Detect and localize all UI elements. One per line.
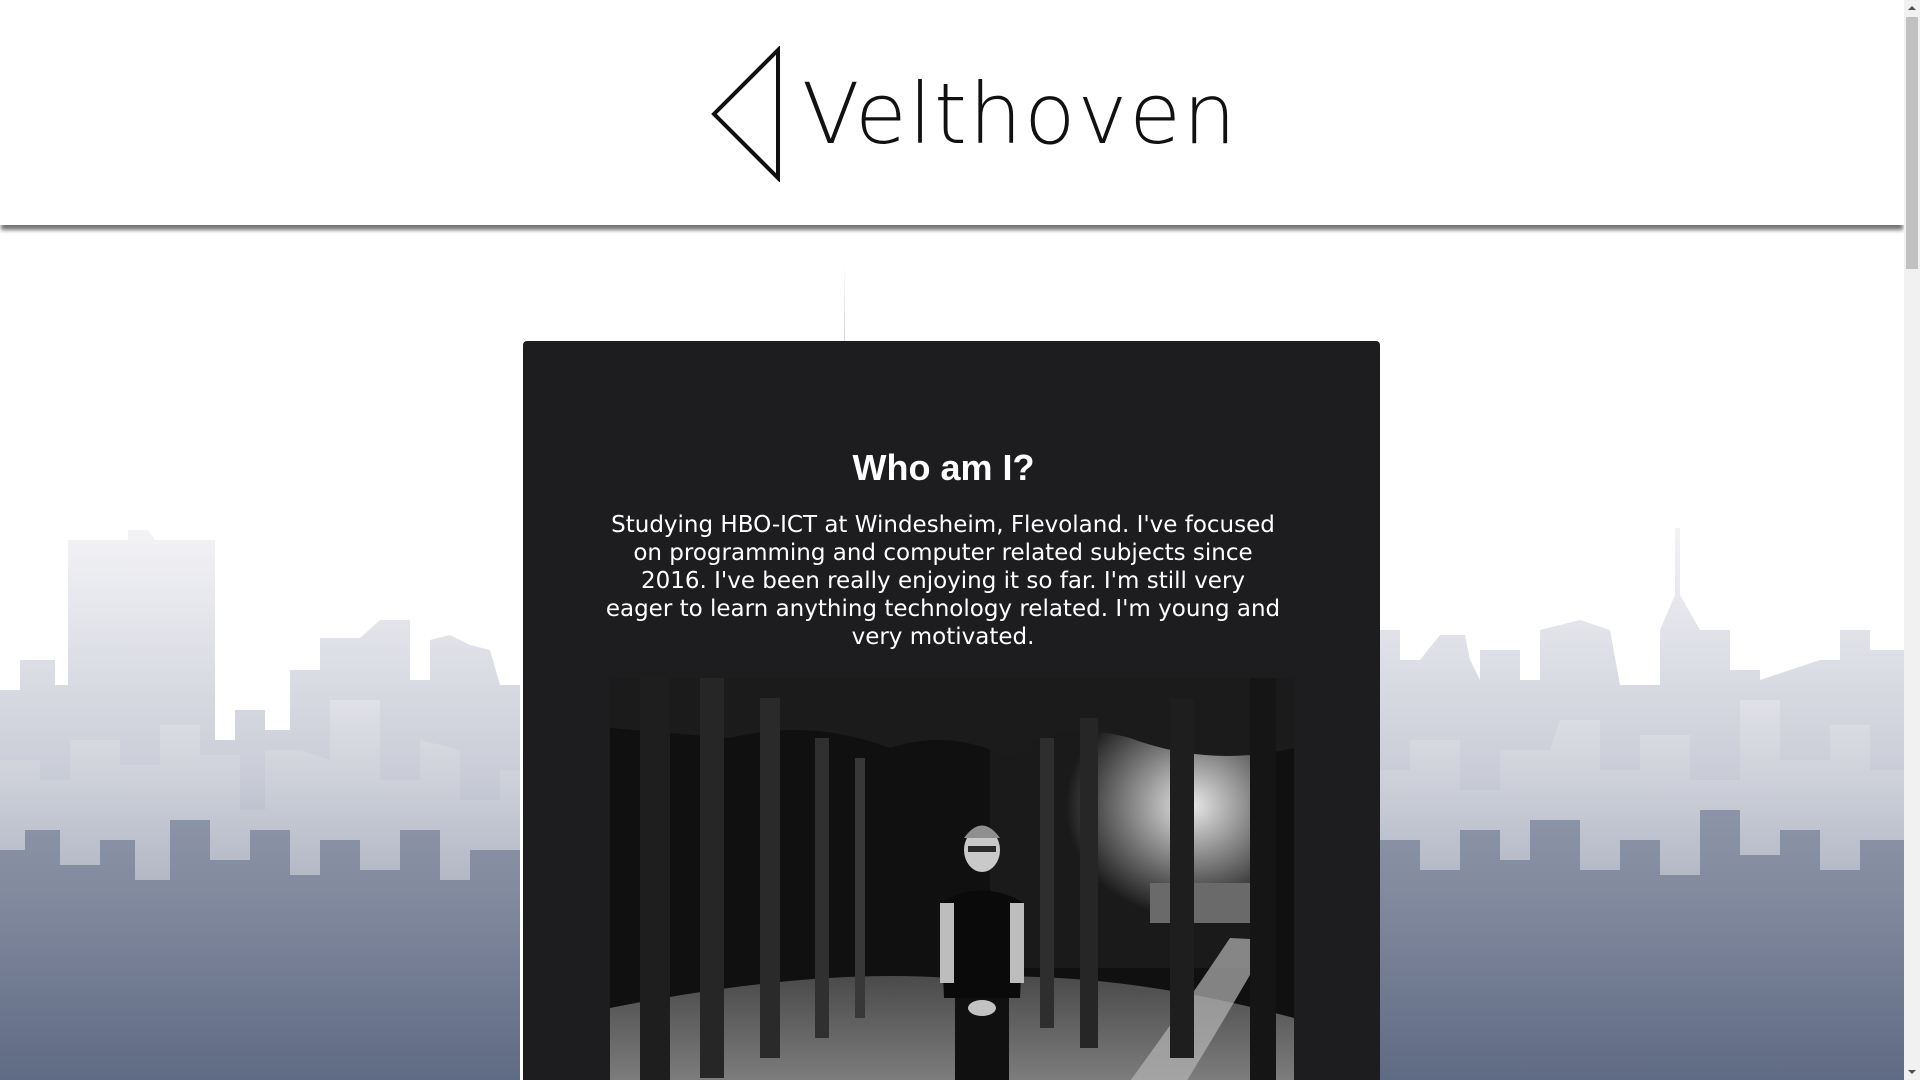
scrollbar-thumb[interactable] [1906, 17, 1918, 269]
about-title: Who am I? [852, 447, 1035, 488]
page: Velthoven Who am I? Studying HBO-ICT at … [0, 0, 1904, 1080]
site-logo[interactable]: Velthoven [710, 44, 1238, 184]
triangle-logo-icon [711, 46, 780, 182]
about-description: Studying HBO-ICT at Windesheim, Flevolan… [605, 512, 1281, 650]
about-card: Who am I? Studying HBO-ICT at Windesheim… [523, 341, 1380, 1080]
site-header: Velthoven [0, 0, 1904, 225]
logo-text: Velthoven [802, 65, 1239, 163]
vertical-scrollbar[interactable] [1904, 0, 1920, 1080]
chevron-down-icon[interactable] [1904, 1064, 1920, 1080]
profile-photo [610, 678, 1294, 1080]
chevron-up-icon[interactable] [1904, 0, 1920, 16]
divider-line [844, 262, 845, 342]
